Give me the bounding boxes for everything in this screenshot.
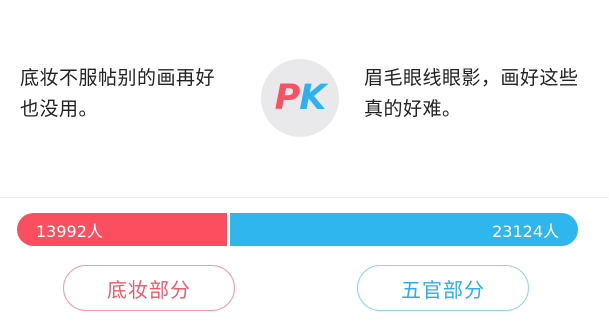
vote-progress-bar: 13992人 23124人	[17, 213, 578, 246]
pk-letter-k: K	[299, 78, 326, 118]
right-vote-count: 23124人	[492, 221, 559, 241]
left-opinion-line1: 底妆不服帖别的画再好	[20, 67, 216, 89]
right-opinion-text: 眉毛眼线眼影，画好这些 真的好难。	[364, 63, 589, 125]
left-vote-count: 13992人	[36, 221, 103, 241]
pk-badge-icon: PK	[261, 59, 339, 137]
left-opinion-text: 底妆不服帖别的画再好 也没用。	[20, 63, 230, 125]
opinions-panel: 底妆不服帖别的画再好 也没用。 PK 眉毛眼线眼影，画好这些 真的好难。	[0, 0, 609, 198]
left-vote-bar: 13992人	[17, 213, 227, 246]
right-opinion-line1: 眉毛眼线眼影，画好这些	[364, 67, 579, 89]
right-vote-bar: 23124人	[230, 213, 578, 246]
vote-features-button[interactable]: 五官部分	[357, 265, 529, 311]
right-opinion-line2: 真的好难。	[364, 98, 462, 120]
pk-letter-p: P	[274, 78, 301, 118]
left-opinion-line2: 也没用。	[20, 98, 99, 120]
pk-vote-card: 底妆不服帖别的画再好 也没用。 PK 眉毛眼线眼影，画好这些 真的好难。 139…	[0, 0, 609, 328]
vote-foundation-button[interactable]: 底妆部分	[63, 265, 235, 311]
